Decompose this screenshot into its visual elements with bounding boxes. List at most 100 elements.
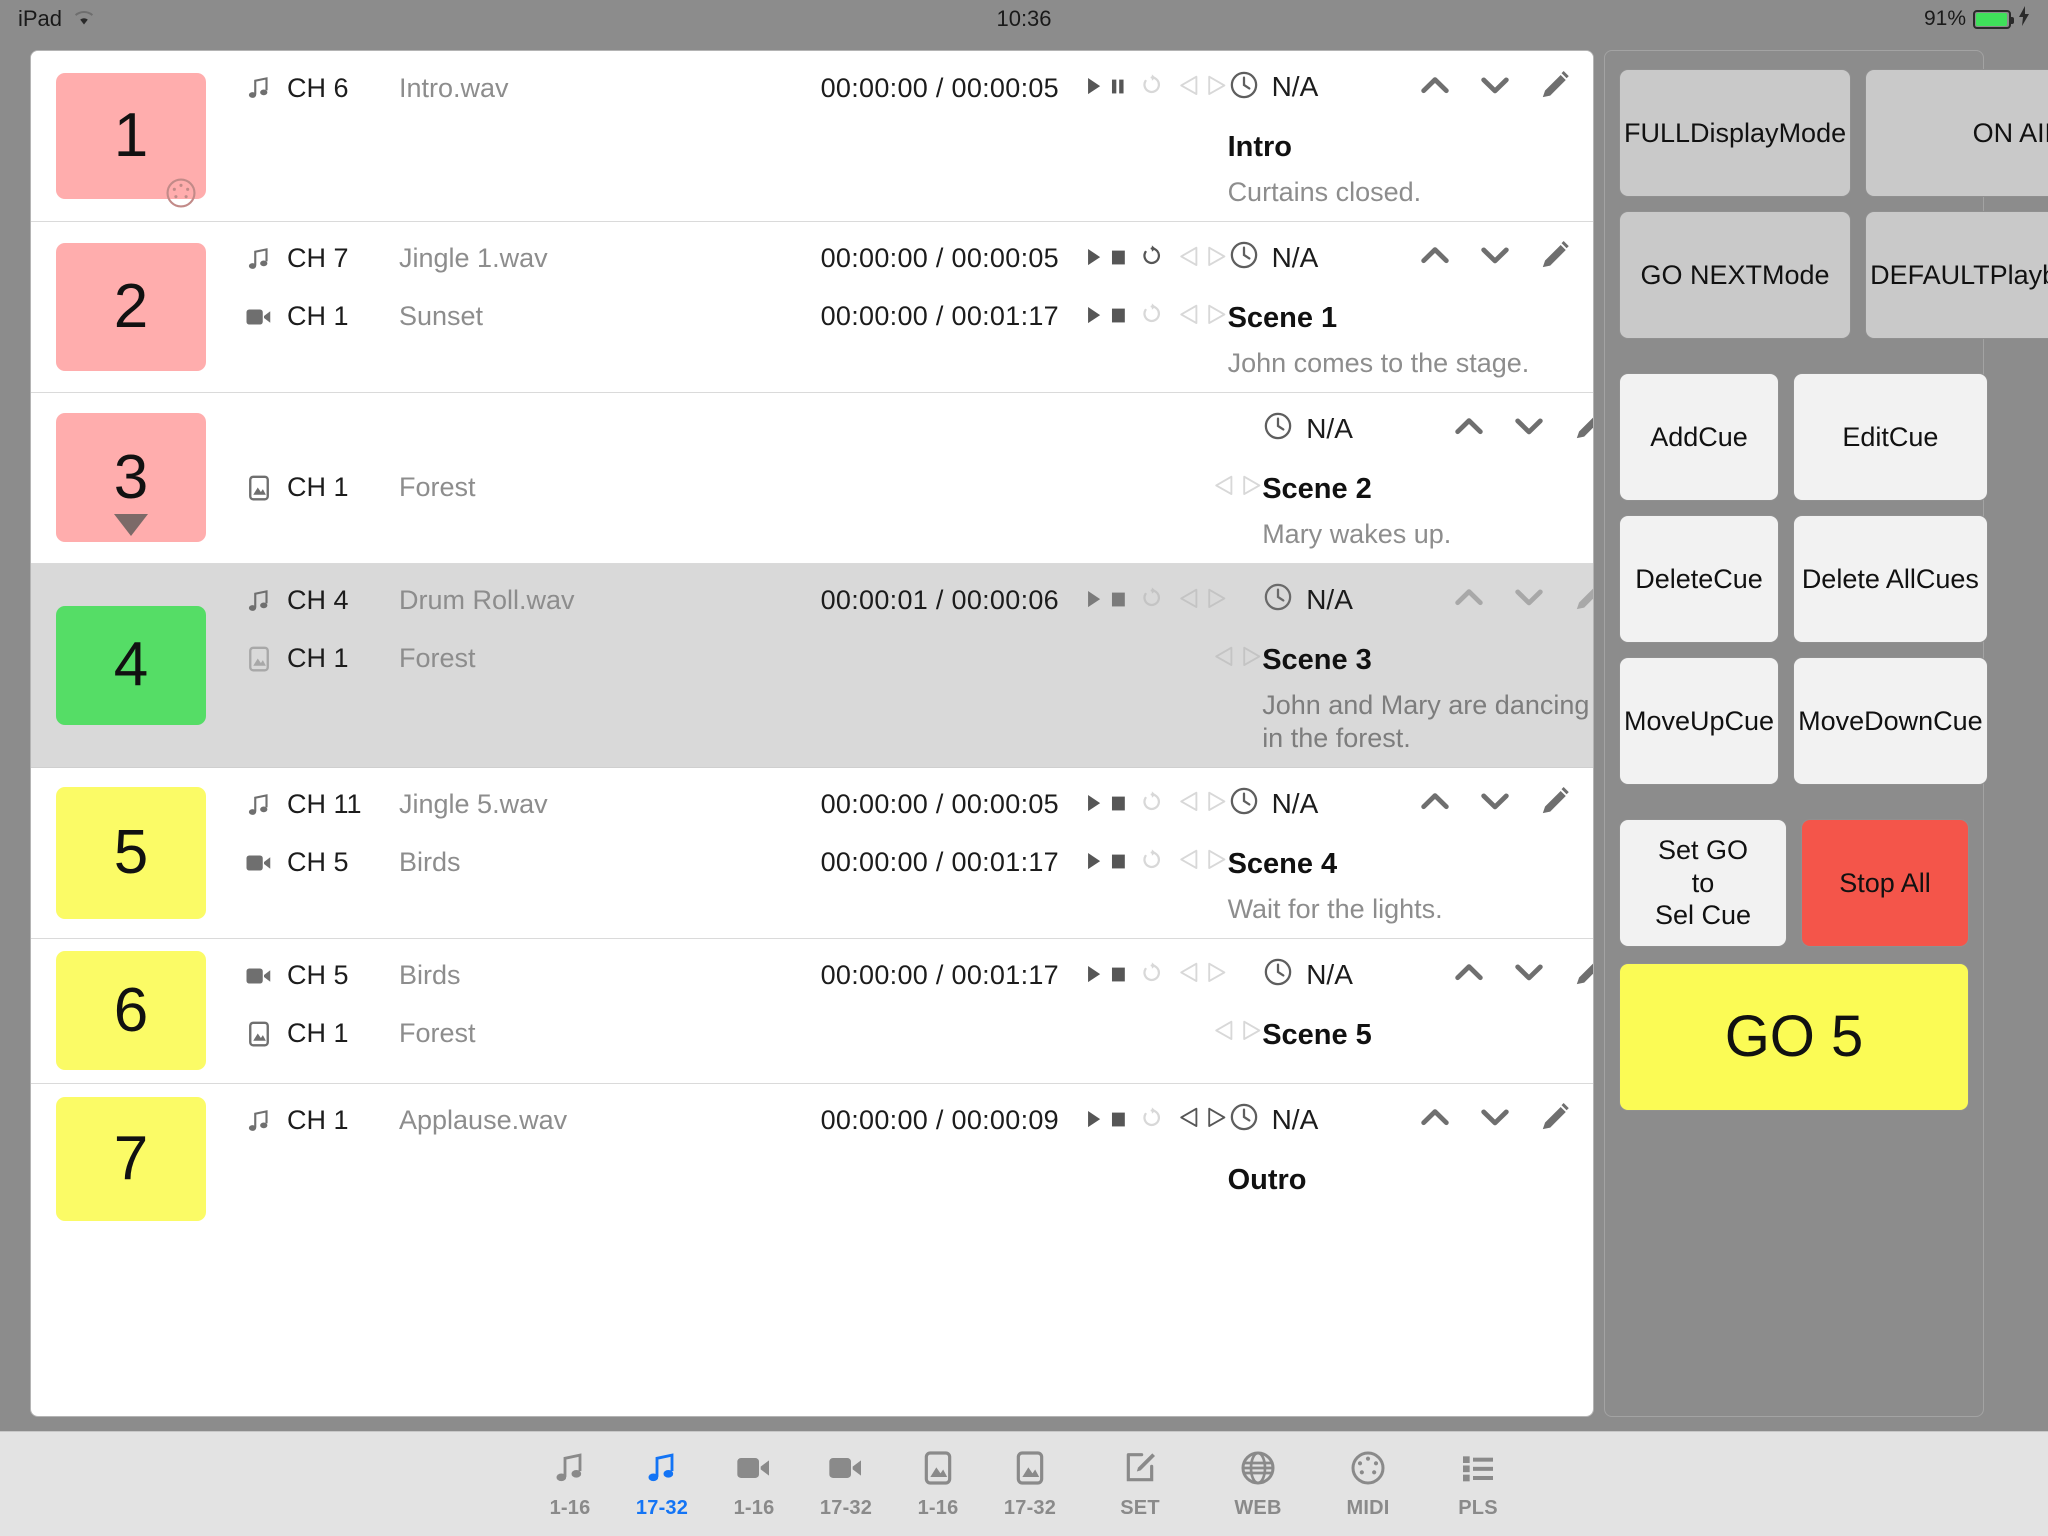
go-next-mode-button[interactable]: GO NEXT Mode [1619, 211, 1852, 339]
edit-cue-button[interactable]: Edit Cue [1793, 373, 1988, 501]
fade-out-icon[interactable] [1241, 472, 1263, 503]
play-icon[interactable] [1085, 301, 1103, 332]
chevron-down-icon[interactable] [1478, 238, 1512, 277]
cue-row[interactable]: 4 CH 4 Drum Roll.wav 00:00:01 / 00:00:06 C… [31, 563, 1593, 768]
play-icon[interactable] [1085, 73, 1103, 104]
loop-icon[interactable] [1140, 73, 1163, 104]
fade-in-icon[interactable] [1178, 301, 1200, 332]
cue-row[interactable]: 3 CH 1 Forest N/A Scene 2 Mary wakes up. [31, 392, 1593, 564]
delete-all-cues-button[interactable]: Delete All Cues [1793, 515, 1988, 643]
go-button[interactable]: GO 5 [1619, 963, 1969, 1111]
pencil-icon[interactable] [1572, 955, 1593, 994]
stop-icon[interactable] [1110, 301, 1127, 332]
stop-icon[interactable] [1110, 585, 1127, 616]
cue-row[interactable]: 7 CH 1 Applause.wav 00:00:00 / 00:00:09 N/… [31, 1083, 1593, 1234]
cue-row[interactable]: 1 CH 6 Intro.wav 00:00:00 / 00:00:05 N/A I… [31, 51, 1593, 222]
play-icon[interactable] [1085, 847, 1103, 878]
cue-row[interactable]: 6 CH 5 Birds 00:00:00 / 00:01:17 CH 1 Fores… [31, 938, 1593, 1084]
loop-icon[interactable] [1140, 789, 1163, 820]
cue-number-button[interactable]: 1 [56, 72, 206, 208]
cue-number-button[interactable]: 3 [56, 413, 206, 543]
chevron-up-icon[interactable] [1418, 238, 1452, 277]
fade-in-icon[interactable] [1178, 243, 1200, 274]
cue-list[interactable]: 1 CH 6 Intro.wav 00:00:00 / 00:00:05 N/A I… [30, 50, 1594, 1417]
fade-out-icon[interactable] [1206, 73, 1228, 104]
fade-out-icon[interactable] [1206, 789, 1228, 820]
stop-icon[interactable] [1110, 789, 1127, 820]
play-icon[interactable] [1085, 585, 1103, 616]
chevron-down-icon[interactable] [1512, 580, 1546, 619]
pencil-icon[interactable] [1538, 238, 1572, 277]
full-display-mode-button[interactable]: FULL Display Mode [1619, 69, 1852, 197]
loop-icon[interactable] [1140, 243, 1163, 274]
chevron-up-icon[interactable] [1418, 68, 1452, 107]
cue-number-button[interactable]: 2 [56, 242, 206, 371]
tab-list-pls[interactable]: PLS [1432, 1448, 1524, 1520]
chevron-up-icon[interactable] [1452, 409, 1486, 448]
stop-icon[interactable] [1110, 847, 1127, 878]
pencil-icon[interactable] [1538, 1100, 1572, 1139]
pencil-icon[interactable] [1572, 580, 1593, 619]
loop-icon[interactable] [1140, 1105, 1163, 1136]
bottom-tab-bar[interactable]: 1-16 17-32 1-16 17-32 1-16 17-32 SET WEB… [0, 1431, 2048, 1536]
loop-icon[interactable] [1140, 847, 1163, 878]
cue-row[interactable]: 2 CH 7 Jingle 1.wav 00:00:00 / 00:00:05 CH… [31, 221, 1593, 393]
play-icon[interactable] [1085, 1105, 1103, 1136]
fade-out-icon[interactable] [1206, 585, 1228, 616]
fade-in-icon[interactable] [1178, 1105, 1200, 1136]
cue-number-button[interactable]: 7 [56, 1096, 206, 1221]
stop-all-button[interactable]: Stop All [1801, 819, 1969, 947]
fade-out-icon[interactable] [1241, 643, 1263, 674]
tab-video-1-16[interactable]: 1-16 [708, 1448, 800, 1520]
fade-out-icon[interactable] [1206, 301, 1228, 332]
chevron-up-icon[interactable] [1418, 1100, 1452, 1139]
fade-in-icon[interactable] [1178, 960, 1200, 991]
loop-icon[interactable] [1140, 960, 1163, 991]
cue-number-button[interactable]: 6 [56, 951, 206, 1071]
fade-out-icon[interactable] [1206, 243, 1228, 274]
tab-globe-web[interactable]: WEB [1212, 1448, 1304, 1520]
chevron-up-icon[interactable] [1452, 580, 1486, 619]
fade-in-icon[interactable] [1178, 585, 1200, 616]
fade-out-icon[interactable] [1206, 1105, 1228, 1136]
stop-icon[interactable] [1110, 243, 1127, 274]
loop-icon[interactable] [1140, 585, 1163, 616]
on-air-button[interactable]: ON AIR [1865, 69, 2048, 197]
play-icon[interactable] [1085, 243, 1103, 274]
chevron-down-icon[interactable] [1512, 955, 1546, 994]
chevron-down-icon[interactable] [1478, 1100, 1512, 1139]
pencil-icon[interactable] [1538, 784, 1572, 823]
stop-icon[interactable] [1110, 1105, 1127, 1136]
set-go-to-sel-cue-button[interactable]: Set GO to Sel Cue [1619, 819, 1787, 947]
chevron-down-icon[interactable] [1478, 68, 1512, 107]
tab-midi-midi[interactable]: MIDI [1322, 1448, 1414, 1520]
fade-in-icon[interactable] [1178, 789, 1200, 820]
tab-music-note-17-32[interactable]: 17-32 [616, 1448, 708, 1520]
fade-in-icon[interactable] [1213, 1018, 1235, 1049]
tab-image-1-16[interactable]: 1-16 [892, 1448, 984, 1520]
fade-in-icon[interactable] [1178, 847, 1200, 878]
pencil-icon[interactable] [1538, 68, 1572, 107]
move-down-cue-button[interactable]: Move Down Cue [1793, 657, 1988, 785]
fade-in-icon[interactable] [1178, 73, 1200, 104]
play-icon[interactable] [1085, 789, 1103, 820]
add-cue-button[interactable]: Add Cue [1619, 373, 1780, 501]
fade-out-icon[interactable] [1206, 847, 1228, 878]
tab-video-17-32[interactable]: 17-32 [800, 1448, 892, 1520]
pause-icon[interactable] [1110, 73, 1127, 104]
cue-number-button[interactable]: 5 [56, 786, 206, 919]
pencil-icon[interactable] [1572, 409, 1593, 448]
fade-in-icon[interactable] [1213, 472, 1235, 503]
fade-in-icon[interactable] [1213, 643, 1235, 674]
chevron-up-icon[interactable] [1452, 955, 1486, 994]
chevron-down-icon[interactable] [1478, 784, 1512, 823]
tab-music-note-1-16[interactable]: 1-16 [524, 1448, 616, 1520]
default-playback-mode-button[interactable]: DEFAULTPlaybackMode [1865, 211, 2048, 339]
delete-cue-button[interactable]: Delete Cue [1619, 515, 1780, 643]
play-icon[interactable] [1085, 960, 1103, 991]
loop-icon[interactable] [1140, 301, 1163, 332]
stop-icon[interactable] [1110, 960, 1127, 991]
cue-number-button[interactable]: 4 [56, 605, 206, 725]
fade-out-icon[interactable] [1206, 960, 1228, 991]
cue-row[interactable]: 5 CH 11 Jingle 5.wav 00:00:00 / 00:00:05 C… [31, 767, 1593, 939]
